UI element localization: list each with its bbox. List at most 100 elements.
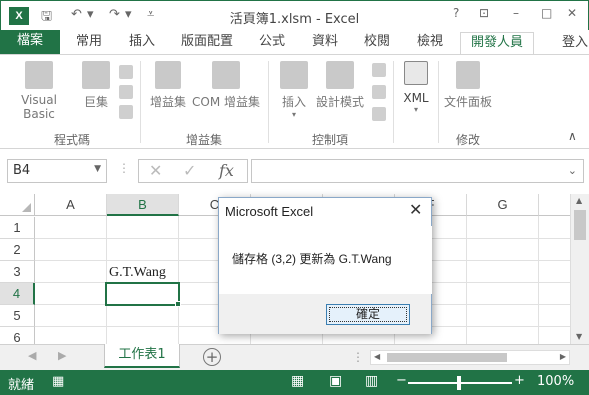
scroll-right-icon[interactable]: ▶ bbox=[560, 352, 566, 361]
expand-formula-icon[interactable]: ⌄ bbox=[568, 164, 577, 177]
tab-view[interactable]: 檢視 bbox=[408, 32, 452, 54]
grid-line bbox=[466, 216, 467, 344]
gear-icon bbox=[155, 61, 181, 89]
tab-file[interactable]: 檔案 bbox=[0, 30, 60, 54]
insert-function-icon[interactable]: fx bbox=[219, 161, 234, 180]
xml-icon bbox=[404, 61, 428, 85]
formula-bar: B4 ▼ ⋮ ✕ ✓ fx ⌄ bbox=[0, 149, 589, 194]
page-layout-view-icon[interactable]: ▣ bbox=[329, 373, 342, 389]
tab-insert[interactable]: 插入 bbox=[122, 32, 162, 54]
document-panel-button[interactable]: 文件面板 bbox=[442, 55, 494, 110]
chevron-down-icon: ▾ bbox=[291, 110, 296, 119]
help-icon[interactable]: ? bbox=[453, 6, 459, 20]
run-dialog-icon[interactable] bbox=[372, 107, 386, 121]
column-header[interactable]: G bbox=[467, 194, 539, 216]
horizontal-scroll-thumb[interactable] bbox=[387, 353, 507, 362]
zoom-in-icon[interactable]: + bbox=[514, 373, 525, 388]
zoom-level[interactable]: 100% bbox=[537, 374, 574, 389]
formula-input[interactable]: ⌄ bbox=[251, 159, 584, 183]
properties-icon[interactable] bbox=[372, 63, 386, 77]
visual-basic-label: Visual Basic bbox=[21, 93, 57, 121]
com-addins-button[interactable]: COM 增益集 bbox=[190, 55, 262, 110]
select-all-corner[interactable] bbox=[0, 194, 35, 216]
insert-control-label: 插入 bbox=[281, 95, 306, 109]
vertical-scrollbar[interactable]: ▲ ▼ bbox=[570, 194, 589, 344]
ribbon-display-icon[interactable]: ⊡ bbox=[479, 6, 489, 20]
grid-line bbox=[178, 216, 179, 344]
next-sheet-icon[interactable]: ▶ bbox=[58, 349, 66, 362]
enter-icon[interactable]: ✓ bbox=[183, 161, 196, 180]
group-modify-label: 修改 bbox=[456, 133, 481, 147]
minimize-button[interactable]: – bbox=[513, 6, 519, 20]
active-cell-b4[interactable] bbox=[105, 282, 180, 306]
drag-handle-icon[interactable]: ⋮ bbox=[118, 161, 130, 175]
dialog-title: Microsoft Excel bbox=[225, 204, 314, 219]
vertical-scroll-thumb[interactable] bbox=[574, 210, 586, 240]
scroll-up-icon[interactable]: ▲ bbox=[576, 196, 582, 205]
row-header[interactable]: 5 bbox=[0, 305, 35, 327]
relative-ref-icon[interactable] bbox=[119, 85, 133, 99]
scroll-left-icon[interactable]: ◀ bbox=[374, 352, 380, 361]
macro-security-icon[interactable] bbox=[119, 105, 133, 119]
split-handle-icon[interactable]: ⋮ bbox=[352, 350, 364, 364]
scroll-down-icon[interactable]: ▼ bbox=[576, 332, 582, 341]
tab-developer[interactable]: 開發人員 bbox=[460, 32, 534, 54]
close-icon[interactable]: ✕ bbox=[409, 200, 422, 219]
tab-home[interactable]: 常用 bbox=[70, 32, 108, 54]
normal-view-icon[interactable]: ▦ bbox=[291, 373, 304, 389]
add-sheet-icon[interactable]: + bbox=[203, 348, 221, 366]
design-mode-label: 設計模式 bbox=[315, 95, 364, 109]
page-break-view-icon[interactable]: ▥ bbox=[365, 373, 378, 389]
design-mode-icon bbox=[326, 61, 354, 89]
collapse-ribbon-icon[interactable]: ∧ bbox=[568, 129, 577, 143]
design-mode-button[interactable]: 設計模式 bbox=[314, 55, 366, 110]
dialog-footer: 確定 bbox=[219, 294, 431, 334]
zoom-slider[interactable] bbox=[408, 376, 512, 390]
close-button[interactable]: ✕ bbox=[567, 6, 577, 20]
fill-handle[interactable] bbox=[175, 301, 181, 307]
macros-button[interactable]: 巨集 bbox=[78, 55, 114, 110]
zoom-out-icon[interactable]: − bbox=[396, 373, 407, 388]
column-header[interactable]: B bbox=[107, 194, 179, 216]
xml-button[interactable]: XML ▾ bbox=[398, 55, 434, 114]
ok-button[interactable]: 確定 bbox=[326, 304, 410, 325]
tab-data[interactable]: 資料 bbox=[304, 32, 346, 54]
visual-basic-button[interactable]: Visual Basic bbox=[4, 55, 74, 121]
dialog-message: 儲存格 (3,2) 更新為 G.T.Wang bbox=[232, 252, 392, 266]
zoom-slider-knob[interactable] bbox=[457, 376, 461, 390]
tab-review[interactable]: 校閱 bbox=[356, 32, 398, 54]
row-header[interactable]: 2 bbox=[0, 239, 35, 261]
sheet-tab[interactable]: 工作表1 bbox=[104, 344, 180, 368]
addins-button[interactable]: 增益集 bbox=[146, 55, 190, 110]
title-bar: X 🖫 ↶ ▾ ↷ ▾ ⩡ 活頁簿1.xlsm - Excel ? ⊡ – □ … bbox=[0, 0, 589, 30]
group-controls-label: 控制項 bbox=[312, 133, 349, 147]
ribbon-tabs: 檔案 常用 插入 版面配置 公式 資料 校閱 檢視 開發人員 登入 bbox=[0, 30, 589, 54]
column-header[interactable] bbox=[539, 194, 570, 216]
cancel-icon[interactable]: ✕ bbox=[149, 161, 162, 180]
group-addins-label: 增益集 bbox=[186, 133, 223, 147]
chevron-down-icon[interactable]: ▼ bbox=[94, 164, 101, 174]
macros-icon bbox=[82, 61, 110, 89]
record-macro-icon[interactable] bbox=[119, 65, 133, 79]
prev-sheet-icon[interactable]: ◀ bbox=[28, 349, 36, 362]
insert-control-button[interactable]: 插入 ▾ bbox=[276, 55, 312, 119]
name-box[interactable]: B4 ▼ bbox=[7, 159, 107, 183]
macro-record-icon[interactable]: ▦ bbox=[52, 374, 64, 389]
column-header[interactable]: A bbox=[35, 194, 107, 216]
sign-in-link[interactable]: 登入 bbox=[562, 31, 588, 50]
horizontal-scrollbar[interactable]: ◀ ▶ bbox=[370, 350, 570, 365]
row-header[interactable]: 6 bbox=[0, 327, 35, 344]
cell-b3[interactable]: G.T.Wang bbox=[109, 265, 166, 281]
tab-formulas[interactable]: 公式 bbox=[252, 32, 292, 54]
row-header[interactable]: 1 bbox=[0, 217, 35, 239]
grid-line bbox=[106, 216, 107, 344]
tab-page-layout[interactable]: 版面配置 bbox=[174, 32, 240, 54]
maximize-button[interactable]: □ bbox=[541, 6, 552, 20]
group-divider bbox=[140, 61, 141, 143]
view-code-icon[interactable] bbox=[372, 85, 386, 99]
document-panel-label: 文件面板 bbox=[443, 95, 492, 109]
chevron-down-icon: ▾ bbox=[413, 105, 418, 114]
row-header[interactable]: 3 bbox=[0, 261, 35, 283]
group-divider bbox=[268, 61, 269, 143]
row-header[interactable]: 4 bbox=[0, 283, 35, 305]
